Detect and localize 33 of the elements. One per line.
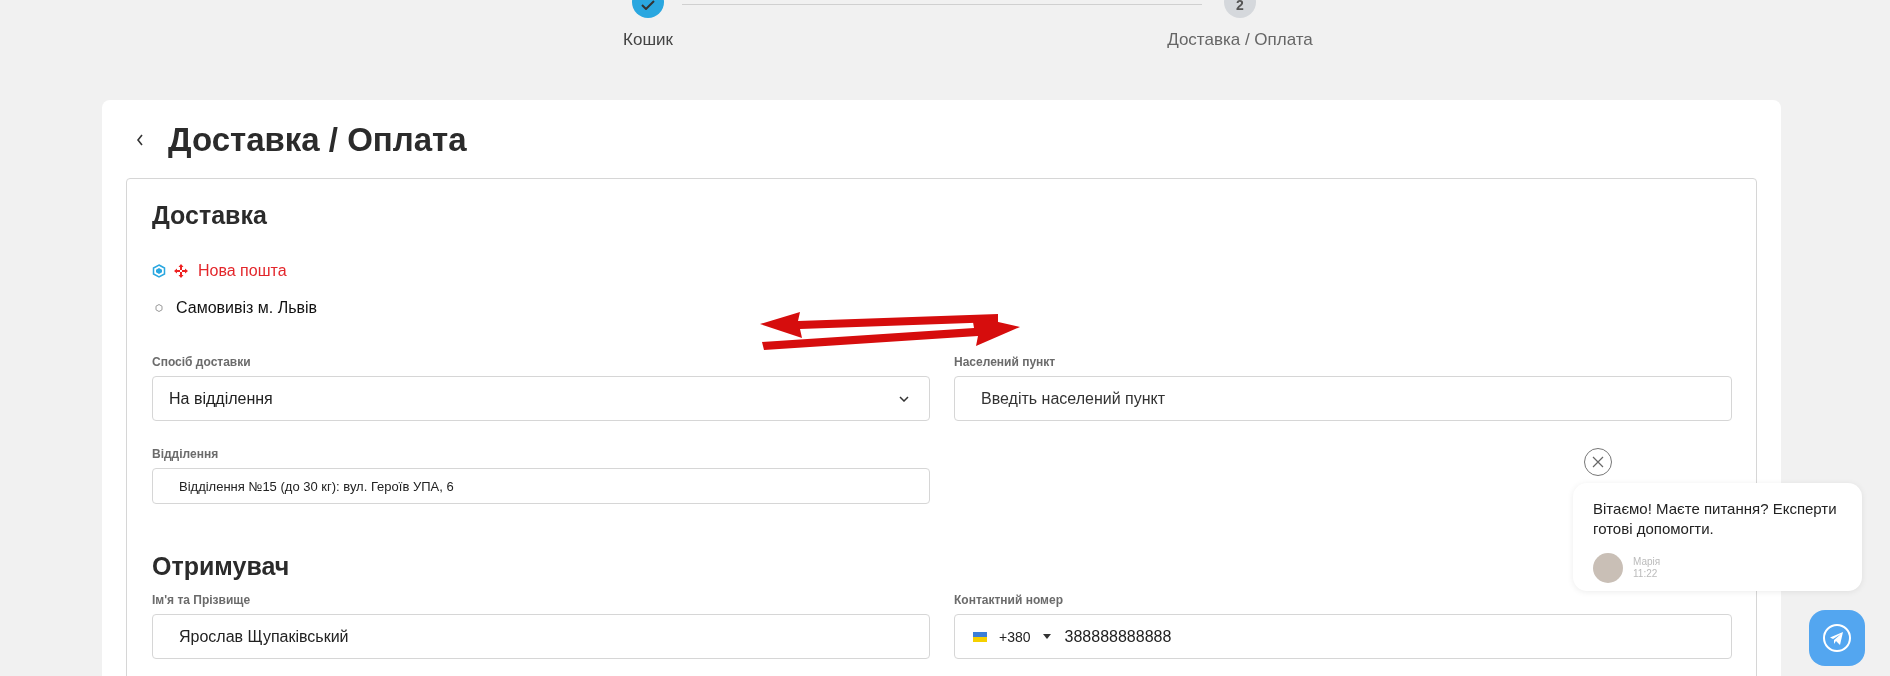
field-label: Населений пункт	[954, 355, 1056, 369]
back-chevron-icon[interactable]	[136, 134, 144, 146]
input-field[interactable]: Ярослав Щупаківський	[152, 614, 930, 659]
avatar	[1593, 553, 1623, 583]
radio-icon[interactable]	[152, 263, 166, 278]
step-label: Доставка / Оплата	[1167, 30, 1313, 50]
field-label: Спосіб доставки	[152, 355, 251, 369]
field-label: Відділення	[152, 447, 219, 461]
delivery-option[interactable]: Нова пошта	[198, 261, 287, 280]
agent-name: Марія	[1633, 556, 1661, 568]
country-code[interactable]: +380	[999, 628, 1031, 645]
section-heading: Отримувач	[152, 552, 290, 581]
paper-plane-icon	[1822, 623, 1852, 653]
section-heading: Доставка	[152, 201, 267, 230]
chat-button[interactable]	[1809, 610, 1865, 666]
page-title: Доставка / Оплата	[168, 121, 467, 159]
step-label: Кошик	[623, 30, 673, 50]
step-number: 2	[1236, 0, 1244, 13]
flag-icon	[973, 631, 987, 642]
delivery-option[interactable]: Самовивіз м. Львів	[176, 298, 318, 317]
carrier-logo-icon	[174, 263, 188, 278]
field-label: Контактний номер	[954, 593, 1063, 607]
check-icon	[641, 0, 655, 10]
message-time: 11:22	[1633, 568, 1659, 580]
close-icon	[1592, 456, 1604, 468]
field-label: Ім'я та Прізвище	[152, 593, 251, 607]
input-field[interactable]: Введіть населений пункт	[954, 376, 1732, 421]
input-field[interactable]: Відділення №15 (до 30 кг): вул. Героїв УПА, 6	[152, 468, 930, 504]
caret-icon[interactable]	[1042, 634, 1051, 639]
caret-icon	[899, 395, 909, 402]
delivery-method-select[interactable]: На відділення	[152, 376, 930, 421]
chat-message: Вітаємо! Маєте питання? Експерти готові допомогти.	[1593, 499, 1838, 539]
phone-field[interactable]: +380 388888888888	[954, 614, 1732, 659]
